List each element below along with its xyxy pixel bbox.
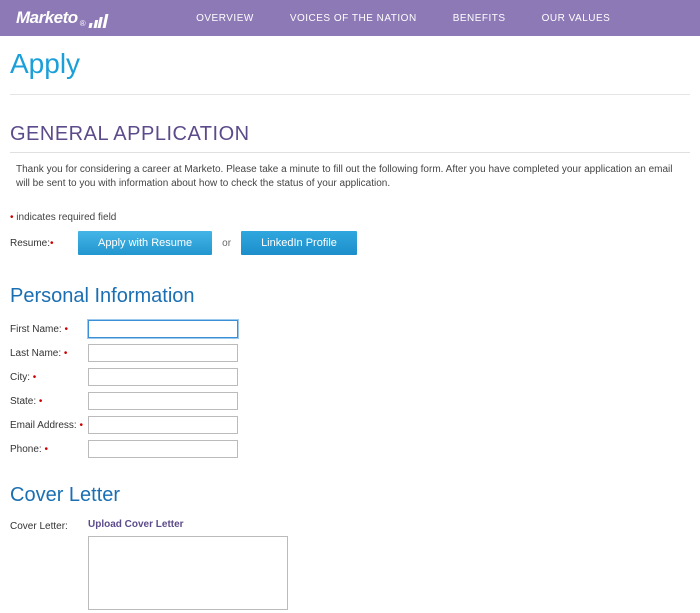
phone-label: Phone: • (10, 444, 88, 455)
nav-voices[interactable]: VOICES OF THE NATION (290, 13, 417, 24)
first-name-label: First Name: • (10, 324, 88, 335)
bars-icon (88, 14, 107, 28)
cover-label: Cover Letter: (10, 519, 82, 532)
first-name-input[interactable] (88, 320, 238, 338)
phone-row: Phone: • (10, 440, 690, 458)
title-separator (10, 94, 690, 95)
page-title: Apply (10, 48, 690, 80)
city-label: City: • (10, 372, 88, 383)
cover-letter-textarea[interactable] (88, 536, 288, 610)
resume-row: Resume:• Apply with Resume or LinkedIn P… (10, 231, 690, 255)
primary-nav: OVERVIEW VOICES OF THE NATION BENEFITS O… (196, 13, 610, 24)
first-name-row: First Name: • (10, 320, 690, 338)
nav-values[interactable]: OUR VALUES (542, 13, 611, 24)
required-note-text: indicates required field (16, 212, 116, 223)
apply-with-resume-button[interactable]: Apply with Resume (78, 231, 212, 255)
city-input[interactable] (88, 368, 238, 386)
upload-cover-letter-link[interactable]: Upload Cover Letter (88, 519, 288, 530)
phone-input[interactable] (88, 440, 238, 458)
city-row: City: • (10, 368, 690, 386)
state-row: State: • (10, 392, 690, 410)
required-star-icon: • (10, 212, 14, 223)
top-navbar: Marketo ® OVERVIEW VOICES OF THE NATION … (0, 0, 700, 36)
state-input[interactable] (88, 392, 238, 410)
cover-row: Cover Letter: Upload Cover Letter (10, 519, 690, 613)
page-body: Apply GENERAL APPLICATION Thank you for … (0, 36, 700, 613)
nav-benefits[interactable]: BENEFITS (453, 13, 506, 24)
required-star-icon: • (50, 238, 54, 249)
personal-heading: Personal Information (10, 285, 690, 308)
intro-text: Thank you for considering a career at Ma… (10, 163, 690, 190)
email-input[interactable] (88, 416, 238, 434)
cover-input-wrap: Upload Cover Letter (88, 519, 288, 613)
state-label: State: • (10, 396, 88, 407)
email-label: Email Address: • (10, 420, 88, 431)
resume-label: Resume:• (10, 238, 68, 249)
last-name-input[interactable] (88, 344, 238, 362)
last-name-row: Last Name: • (10, 344, 690, 362)
brand-logo[interactable]: Marketo ® (16, 8, 106, 28)
brand-name: Marketo (16, 8, 78, 28)
last-name-label: Last Name: • (10, 348, 88, 359)
brand-registered: ® (80, 19, 86, 28)
required-note: • indicates required field (10, 212, 690, 223)
cover-letter-section: Cover Letter Cover Letter: Upload Cover … (10, 484, 690, 613)
or-separator: or (222, 238, 231, 249)
nav-overview[interactable]: OVERVIEW (196, 13, 254, 24)
linkedin-profile-button[interactable]: LinkedIn Profile (241, 231, 357, 255)
email-row: Email Address: • (10, 416, 690, 434)
general-heading: GENERAL APPLICATION (10, 123, 690, 153)
cover-heading: Cover Letter (10, 484, 690, 507)
